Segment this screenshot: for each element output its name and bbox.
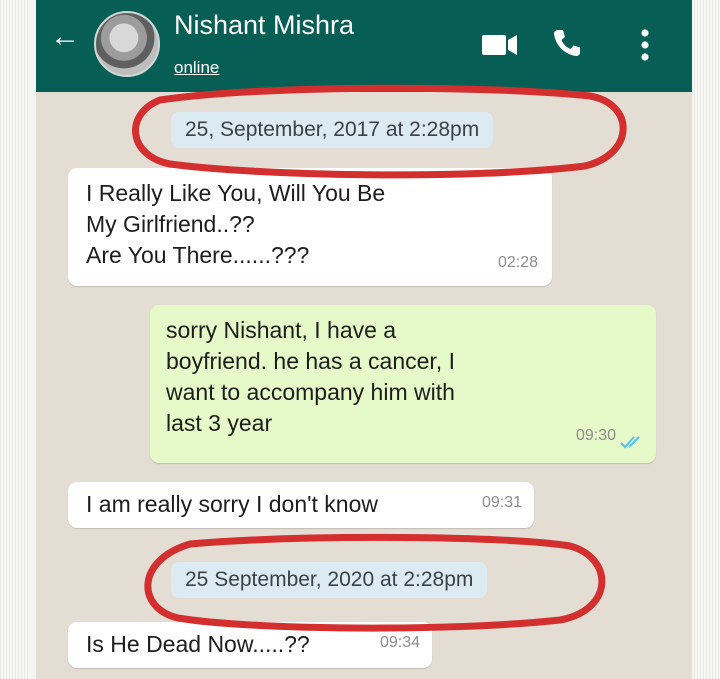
chat-header: ← Nishant Mishra online xyxy=(36,0,692,92)
message-incoming[interactable]: I Really Like You, Will You Be My Girlfr… xyxy=(68,168,552,286)
chat-screen: ← Nishant Mishra online 25, September, 2… xyxy=(36,0,692,679)
message-incoming[interactable]: Is He Dead Now.....?? 09:34 xyxy=(68,622,432,668)
message-text: sorry Nishant, I have a boyfriend. he ha… xyxy=(166,317,455,436)
back-arrow-icon[interactable]: ← xyxy=(50,22,80,52)
read-receipt-icon xyxy=(620,436,640,449)
date-separator: 25 September, 2020 at 2:28pm xyxy=(171,562,488,598)
message-text: I Really Like You, Will You Be My Girlfr… xyxy=(86,180,386,268)
message-outgoing[interactable]: sorry Nishant, I have a boyfriend. he ha… xyxy=(150,305,656,463)
message-time: 09:34 xyxy=(379,634,420,651)
message-time: 09:31 xyxy=(481,494,522,511)
image-border-left xyxy=(0,0,30,679)
message-time: 09:30 xyxy=(575,427,616,444)
message-text: I am really sorry I don't know xyxy=(86,491,378,517)
avatar[interactable] xyxy=(94,11,160,77)
date-separator: 25, September, 2017 at 2:28pm xyxy=(171,112,494,148)
contact-status: online xyxy=(174,58,220,77)
message-incoming[interactable]: I am really sorry I don't know 09:31 xyxy=(68,482,534,528)
voice-call-icon[interactable] xyxy=(552,28,582,58)
contact-name[interactable]: Nishant Mishra xyxy=(174,10,354,41)
video-call-icon[interactable] xyxy=(482,34,518,56)
image-border-right xyxy=(694,0,720,679)
more-options-icon[interactable] xyxy=(640,28,650,62)
message-time: 02:28 xyxy=(497,254,538,271)
message-text: Is He Dead Now.....?? xyxy=(86,631,310,657)
